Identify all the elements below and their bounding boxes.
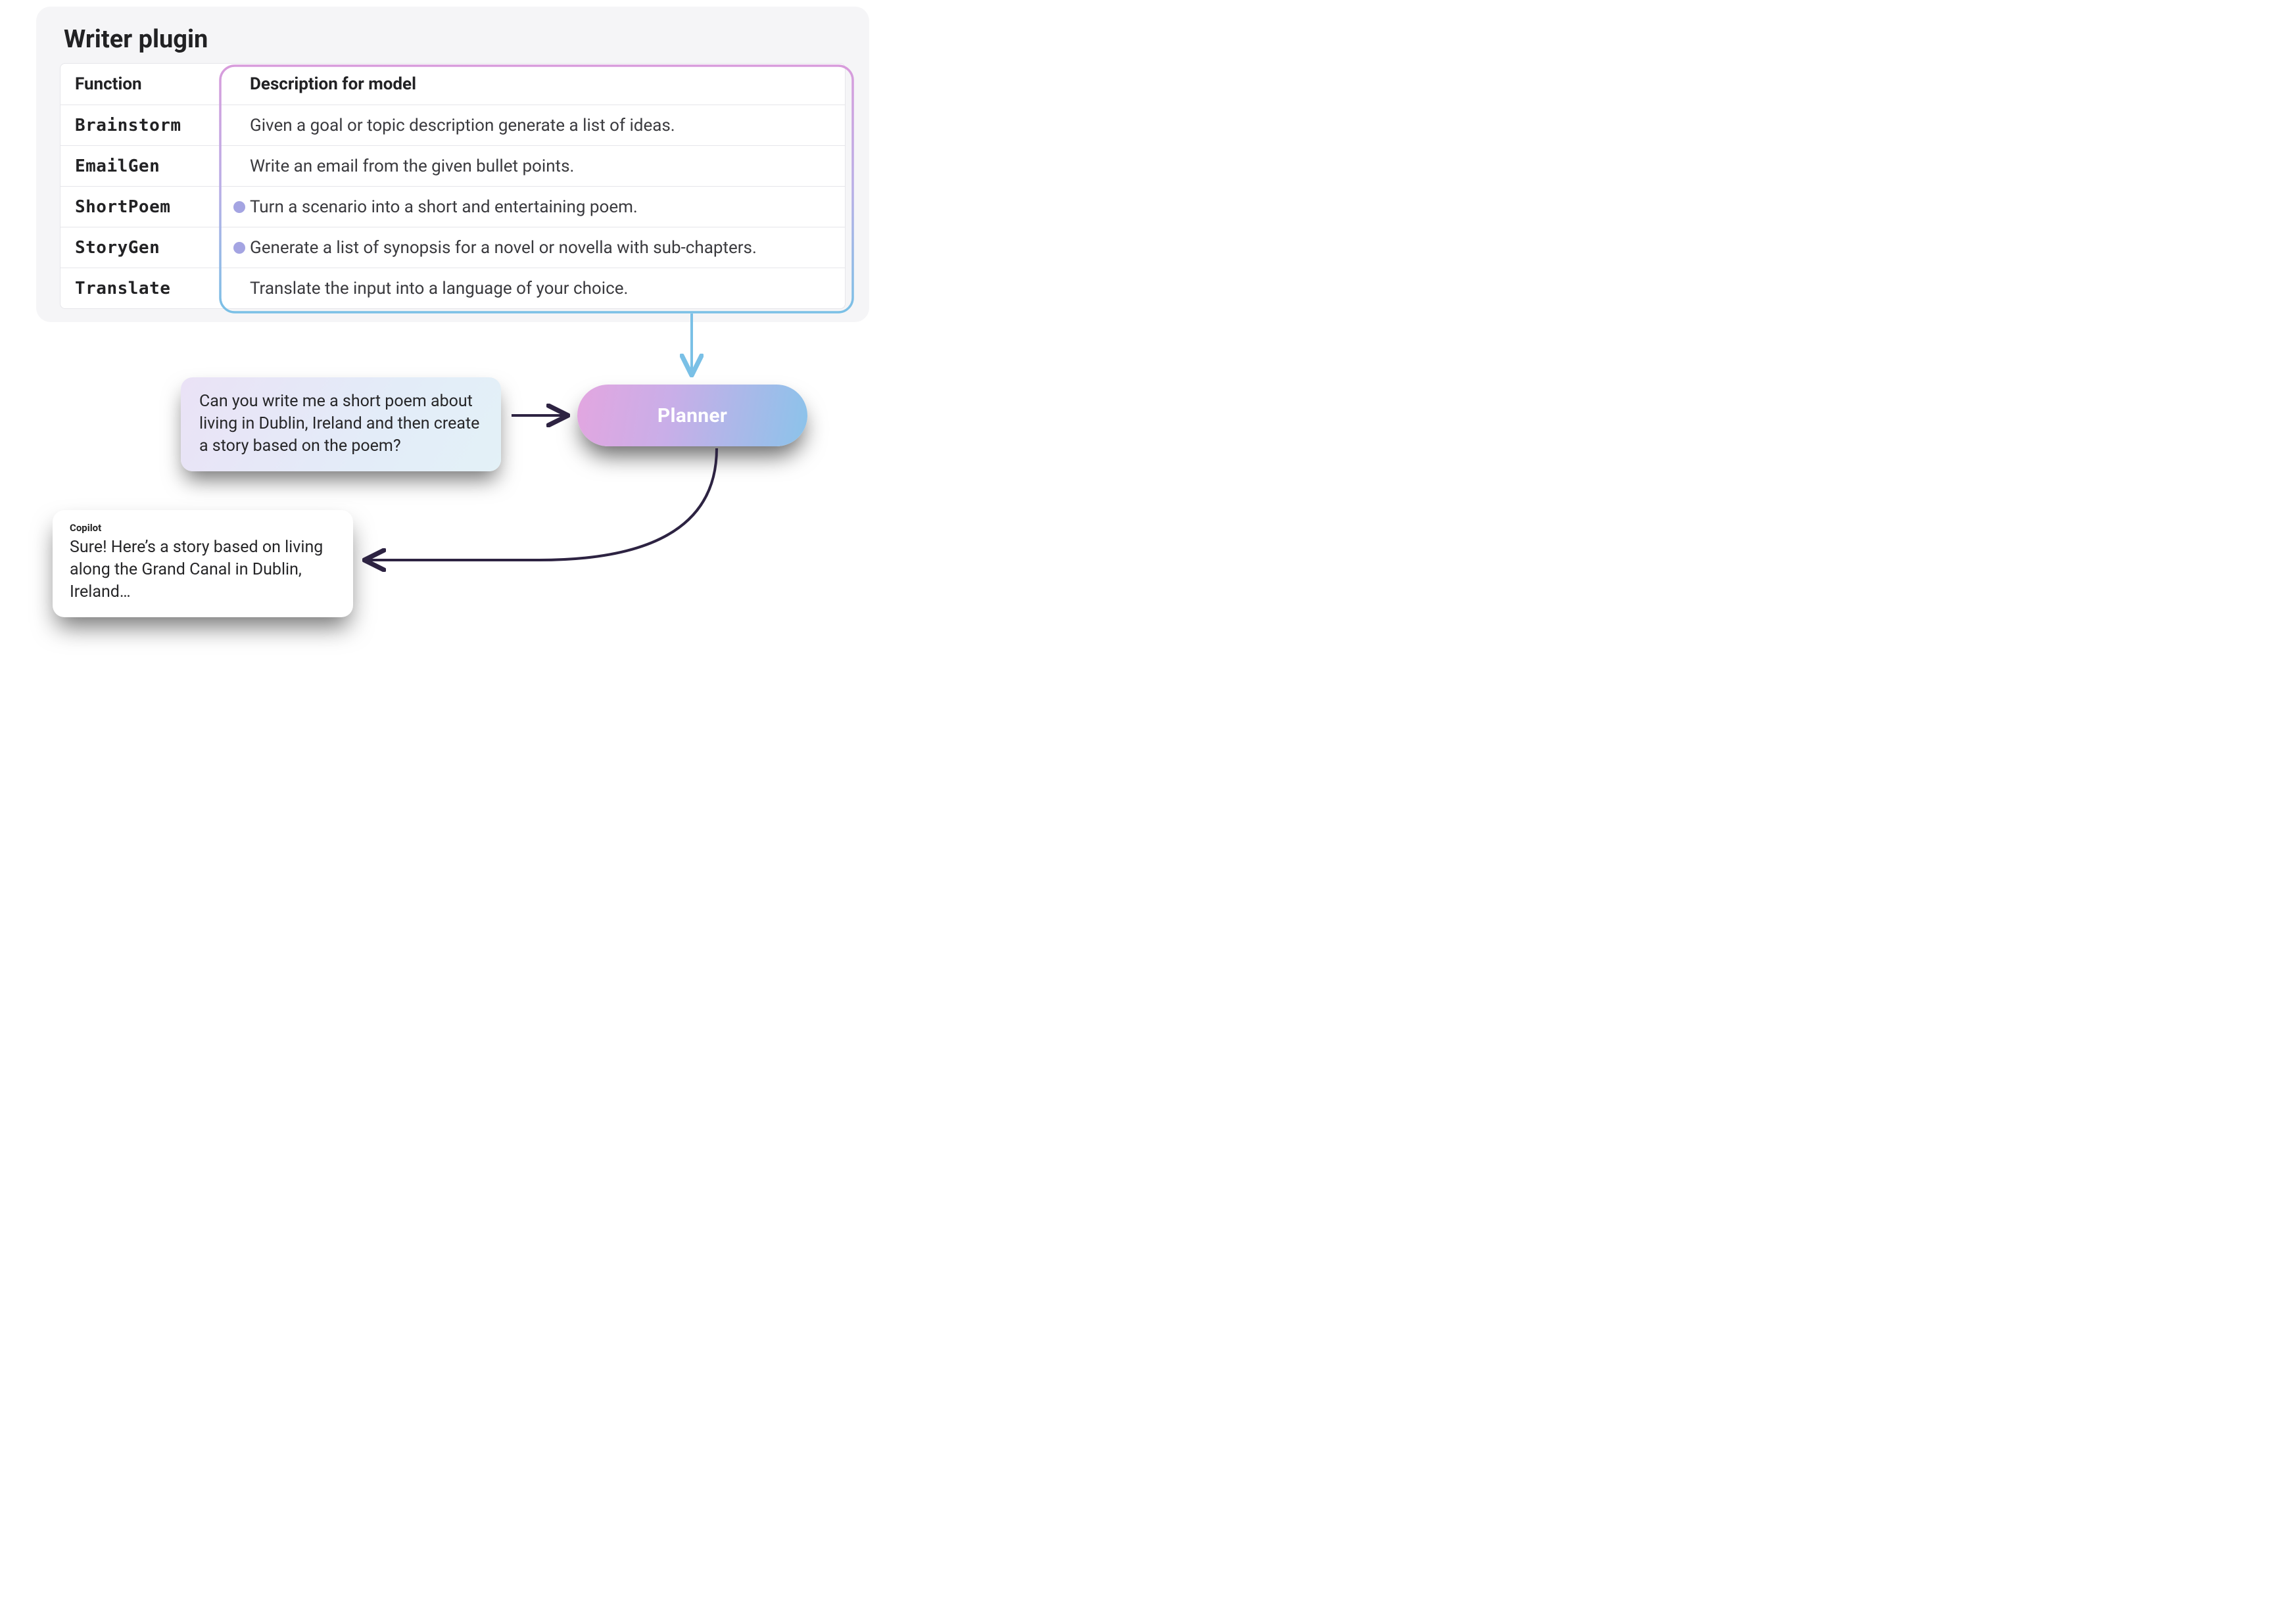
planner-node: Planner [577,385,807,446]
table-row: ShortPoem Turn a scenario into a short a… [60,186,845,227]
plugin-title: Writer plugin [64,25,846,54]
plugin-table: Function Description for model Brainstor… [60,63,846,309]
fn-name: StoryGen [60,229,231,267]
planner-label: Planner [658,404,727,427]
copilot-response-card: Copilot Sure! Here’s a story based on li… [53,510,353,617]
table-row: Translate Translate the input into a lan… [60,268,845,308]
col-header-function: Function [60,65,231,103]
fn-desc: Generate a list of synopsis for a novel … [231,229,845,267]
fn-name: ShortPoem [60,188,231,226]
fn-desc: Translate the input into a language of y… [231,270,845,308]
table-header-row: Function Description for model [60,64,845,105]
response-sender-label: Copilot [70,522,336,534]
fn-name: EmailGen [60,147,231,185]
fn-desc: Write an email from the given bullet poi… [231,147,845,185]
col-header-description: Description for model [231,65,845,103]
fn-desc: Given a goal or topic description genera… [231,106,845,145]
writer-plugin-panel: Writer plugin Function Description for m… [36,7,869,322]
selection-dot-icon [233,242,245,254]
user-prompt-bubble: Can you write me a short poem about livi… [181,377,501,471]
table-row: EmailGen Write an email from the given b… [60,145,845,186]
selection-dot-icon [233,201,245,213]
fn-name: Translate [60,270,231,308]
user-prompt-text: Can you write me a short poem about livi… [199,392,479,456]
response-body-text: Sure! Here’s a story based on living alo… [70,536,336,603]
table-row: StoryGen Generate a list of synopsis for… [60,227,845,268]
fn-desc: Turn a scenario into a short and enterta… [231,188,845,226]
fn-name: Brainstorm [60,106,231,145]
table-row: Brainstorm Given a goal or topic descrip… [60,105,845,145]
